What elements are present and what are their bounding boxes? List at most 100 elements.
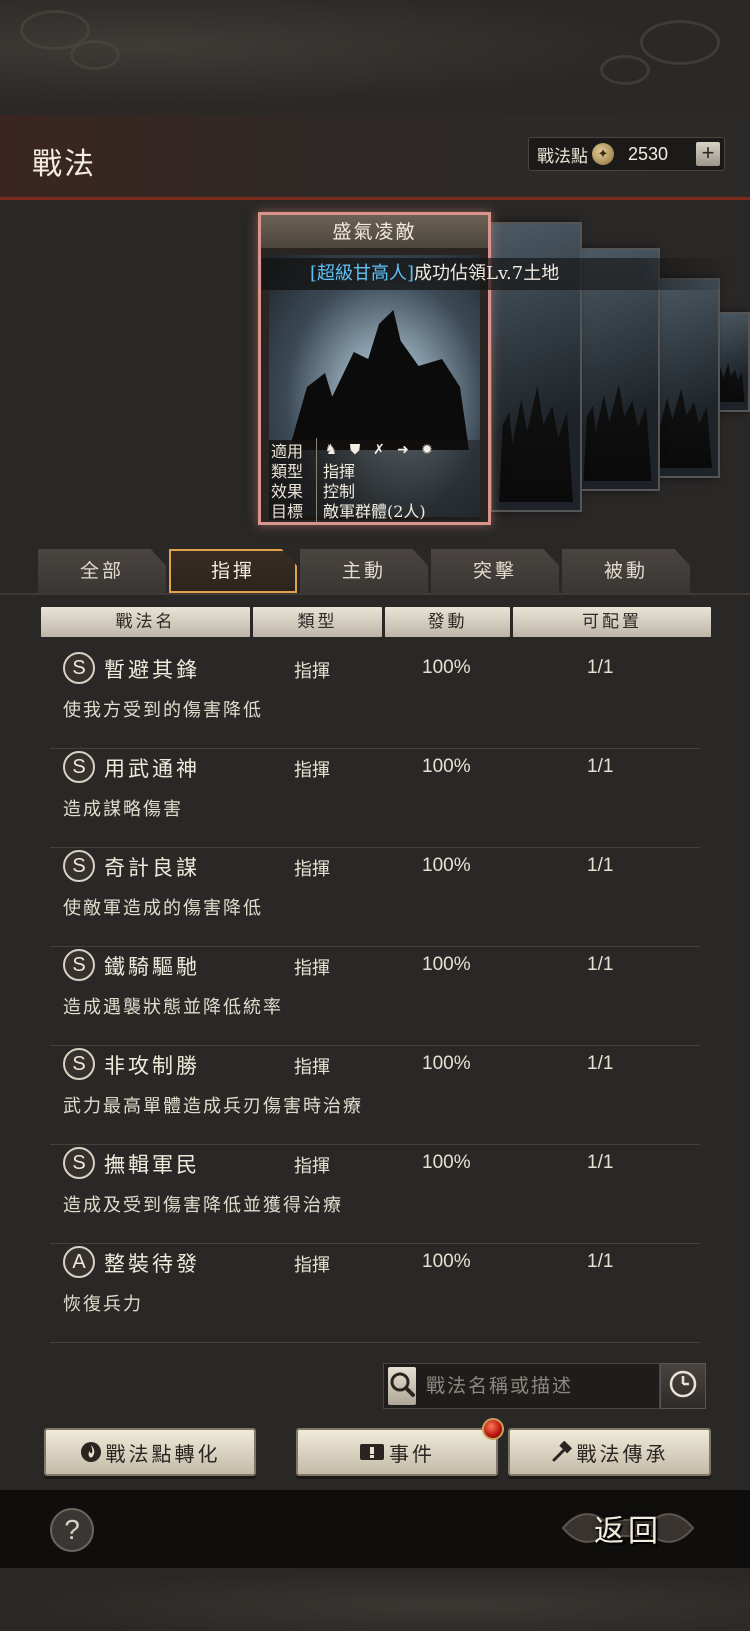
skill-trigger-rate: 100% xyxy=(422,1251,471,1272)
skill-name: 用武通神 xyxy=(104,757,200,781)
spear-icon: ➜ xyxy=(397,442,409,458)
skill-row[interactable]: S 非攻制勝 指揮 100% 1/1 武力最高單體造成兵刃傷害時治療 xyxy=(0,1046,750,1145)
skill-description: 造成及受到傷害降低並獲得治療 xyxy=(63,1195,343,1216)
skill-slots: 1/1 xyxy=(587,756,614,777)
search-input[interactable] xyxy=(416,1375,671,1397)
notification-badge xyxy=(482,1418,504,1440)
skill-description: 使敵軍造成的傷害降低 xyxy=(63,898,263,919)
news-message: 成功佔領Lv.7土地 xyxy=(414,263,560,284)
inherit-skill-button[interactable]: 戰法傳承 xyxy=(508,1428,711,1476)
skill-name: 鐵騎驅馳 xyxy=(104,955,200,979)
add-points-button[interactable]: + xyxy=(696,142,720,166)
skill-row[interactable]: S 鐵騎驅馳 指揮 100% 1/1 造成遇襲狀態並降低統率 xyxy=(0,947,750,1046)
help-button[interactable]: ? xyxy=(50,1508,94,1552)
skill-name: 整裝待發 xyxy=(104,1252,200,1276)
skill-points-label: 戰法點 xyxy=(537,146,588,167)
tab-all[interactable]: 全部 xyxy=(38,549,166,593)
skill-trigger-rate: 100% xyxy=(422,1152,471,1173)
back-label: 返回 xyxy=(594,1514,662,1549)
tab-passive[interactable]: 被動 xyxy=(562,549,690,593)
skill-points-display: 戰法點 ✦ 2530 + xyxy=(528,137,725,171)
stat-row-type: 類型 指揮 xyxy=(269,458,480,482)
skill-name: 奇計良謀 xyxy=(104,856,200,880)
skill-slots: 1/1 xyxy=(587,1053,614,1074)
skill-type: 指揮 xyxy=(294,958,330,979)
skill-row[interactable]: S 用武通神 指揮 100% 1/1 造成謀略傷害 xyxy=(0,749,750,848)
column-header-trigger[interactable]: 發動 xyxy=(385,607,510,637)
grade-badge: S xyxy=(63,850,95,882)
stat-row-effect: 效果 控制 xyxy=(269,478,480,502)
scroll-icon xyxy=(359,1442,385,1462)
grade-badge: S xyxy=(63,949,95,981)
shield-icon: ⛊ xyxy=(349,442,361,458)
inherit-skill-label: 戰法傳承 xyxy=(576,1441,669,1466)
search-button[interactable] xyxy=(388,1367,416,1405)
tab-command[interactable]: 指揮 xyxy=(169,549,297,593)
skill-slots: 1/1 xyxy=(587,1152,614,1173)
skill-description: 造成遇襲狀態並降低統率 xyxy=(63,997,283,1018)
bottom-decoration xyxy=(0,1568,750,1631)
skill-type: 指揮 xyxy=(294,760,330,781)
skill-trigger-rate: 100% xyxy=(422,855,471,876)
grade-badge: S xyxy=(63,652,95,684)
tab-active[interactable]: 主動 xyxy=(300,549,428,593)
card-stats: 適用 ♞ ⛊ ✗ ➜ ✹ 類型 指揮 效果 控制 目標 敵軍群體(2人) xyxy=(269,438,480,522)
hammer-icon xyxy=(551,1441,573,1463)
grade-badge: S xyxy=(63,1147,95,1179)
news-player-name: [超級甘高人] xyxy=(310,263,415,284)
skill-description: 使我方受到的傷害降低 xyxy=(63,700,263,721)
table-header: 戰法名 類型 發動 可配置 xyxy=(41,607,714,637)
category-tabs: 全部 指揮 主動 突擊 被動 xyxy=(38,549,693,593)
grade-badge: A xyxy=(63,1246,95,1278)
column-header-name[interactable]: 戰法名 xyxy=(41,607,250,637)
skill-type: 指揮 xyxy=(294,859,330,880)
back-button[interactable]: 返回 xyxy=(558,1500,698,1556)
events-label: 事件 xyxy=(389,1441,435,1466)
cavalry-icon: ♞ xyxy=(324,442,338,458)
skill-slots: 1/1 xyxy=(587,657,614,678)
clock-icon xyxy=(668,1369,698,1403)
convert-points-button[interactable]: 戰法點轉化 xyxy=(44,1428,256,1476)
skill-list: S 暫避其鋒 指揮 100% 1/1 使我方受到的傷害降低 S 用武通神 指揮 … xyxy=(0,650,750,1343)
card-showcase: 盛氣凌敵 適用 ♞ ⛊ ✗ ➜ ✹ 類型 指揮 效果 控制 目標 敵軍群體(2人… xyxy=(0,200,750,530)
skill-points-value: 2530 xyxy=(628,143,669,164)
news-ticker: [超級甘高人]成功佔領Lv.7土地 xyxy=(262,258,737,290)
skill-type: 指揮 xyxy=(294,1156,330,1177)
stat-row-applicable: 適用 ♞ ⛊ ✗ ➜ ✹ xyxy=(269,438,480,462)
skill-name: 撫輯軍民 xyxy=(104,1153,200,1177)
skill-type: 指揮 xyxy=(294,661,330,682)
search-icon xyxy=(388,1370,416,1402)
tab-divider xyxy=(0,593,750,595)
page-title: 戰法 xyxy=(32,147,96,182)
footer-bar: ? 返回 xyxy=(0,1490,750,1568)
convert-points-label: 戰法點轉化 xyxy=(105,1441,221,1466)
skill-row[interactable]: S 暫避其鋒 指揮 100% 1/1 使我方受到的傷害降低 xyxy=(0,650,750,749)
skill-type: 指揮 xyxy=(294,1057,330,1078)
skill-name: 非攻制勝 xyxy=(104,1054,200,1078)
header-bar: 戰法 戰法點 ✦ 2530 + xyxy=(0,115,750,200)
skill-description: 造成謀略傷害 xyxy=(63,799,183,820)
column-header-type[interactable]: 類型 xyxy=(253,607,382,637)
skill-name: 暫避其鋒 xyxy=(104,658,200,682)
skill-slots: 1/1 xyxy=(587,954,614,975)
skill-slots: 1/1 xyxy=(587,1251,614,1272)
skill-points-coin-icon: ✦ xyxy=(592,143,614,165)
column-header-slots[interactable]: 可配置 xyxy=(513,607,711,637)
tab-assault[interactable]: 突擊 xyxy=(431,549,559,593)
skill-description: 武力最高單體造成兵刃傷害時治療 xyxy=(63,1096,363,1117)
skill-trigger-rate: 100% xyxy=(422,657,471,678)
skill-row[interactable]: A 整裝待發 指揮 100% 1/1 恢復兵力 xyxy=(0,1244,750,1343)
grade-badge: S xyxy=(63,1048,95,1080)
skill-row[interactable]: S 撫輯軍民 指揮 100% 1/1 造成及受到傷害降低並獲得治療 xyxy=(0,1145,750,1244)
events-button[interactable]: 事件 xyxy=(296,1418,504,1476)
archer-icon: ✗ xyxy=(373,442,385,458)
skill-type: 指揮 xyxy=(294,1255,330,1276)
grade-badge: S xyxy=(63,751,95,783)
skill-trigger-rate: 100% xyxy=(422,1053,471,1074)
history-button[interactable] xyxy=(660,1363,706,1409)
top-decoration xyxy=(0,0,750,115)
card-name: 盛氣凌敵 xyxy=(261,215,488,249)
skill-slots: 1/1 xyxy=(587,855,614,876)
skill-description: 恢復兵力 xyxy=(63,1294,143,1315)
skill-row[interactable]: S 奇計良謀 指揮 100% 1/1 使敵軍造成的傷害降低 xyxy=(0,848,750,947)
